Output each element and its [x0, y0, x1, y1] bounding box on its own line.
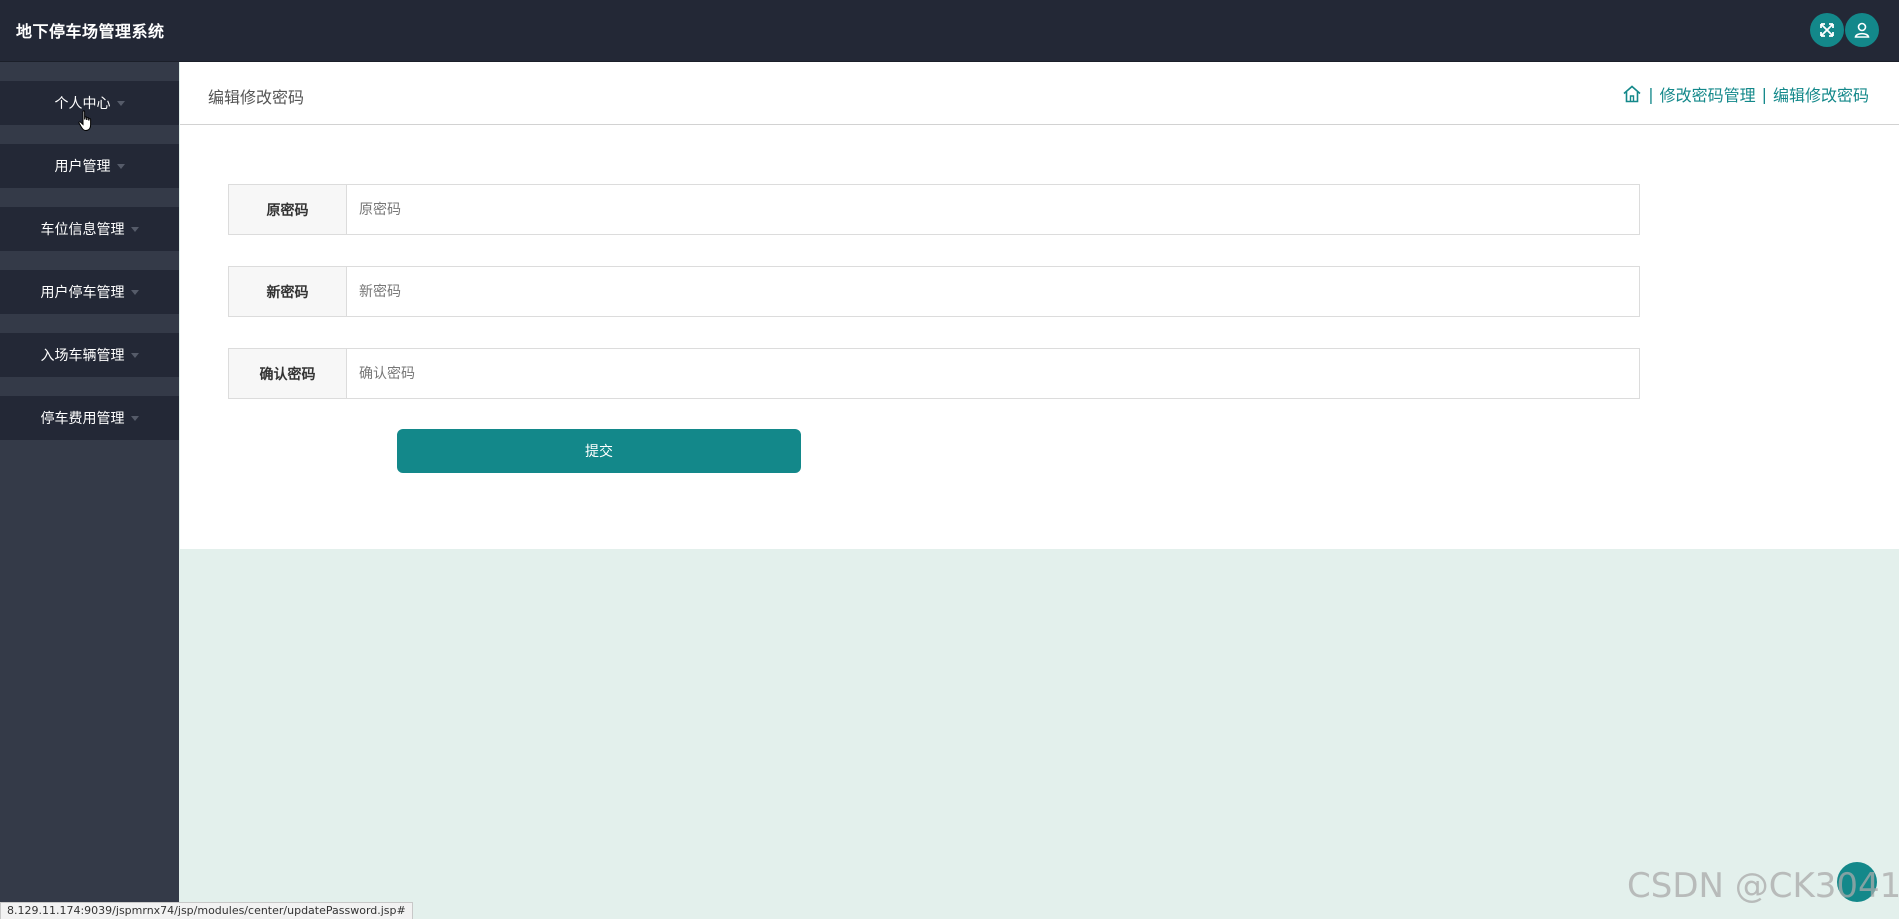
- app-title: 地下停车场管理系统: [16, 22, 165, 41]
- confirm-password-label: 确认密码: [229, 349, 347, 398]
- fullscreen-icon: [1818, 21, 1836, 39]
- form-row-new-password: 新密码: [228, 266, 1640, 317]
- form-row-confirm-password: 确认密码: [228, 348, 1640, 399]
- sidebar: 个人中心 用户管理 车位信息管理 用户停车管理 入场车辆管理 停车费用管理: [0, 62, 179, 918]
- status-bar-url: 8.129.11.174:9039/jspmrnx74/jsp/modules/…: [0, 902, 413, 919]
- sidebar-item-user-management[interactable]: 用户管理: [0, 144, 179, 188]
- sidebar-item-vehicle-entry[interactable]: 入场车辆管理: [0, 333, 179, 377]
- sidebar-item-parking-fee[interactable]: 停车费用管理: [0, 396, 179, 440]
- breadcrumb-separator: |: [1648, 84, 1654, 104]
- chevron-down-icon: [130, 226, 139, 232]
- sidebar-item-user-parking[interactable]: 用户停车管理: [0, 270, 179, 314]
- home-icon[interactable]: [1622, 84, 1642, 104]
- new-password-label: 新密码: [229, 267, 347, 316]
- user-button[interactable]: [1845, 13, 1879, 47]
- user-icon: [1853, 21, 1871, 39]
- form-row-old-password: 原密码: [228, 184, 1640, 235]
- chevron-down-icon: [116, 163, 125, 169]
- old-password-input[interactable]: [347, 185, 1639, 234]
- sidebar-item-label: 用户管理: [54, 159, 111, 175]
- top-bar: 地下停车场管理系统: [0, 0, 1899, 62]
- old-password-label: 原密码: [229, 185, 347, 234]
- sidebar-item-label: 停车费用管理: [40, 411, 125, 427]
- main-panel: 编辑修改密码 | 修改密码管理 | 编辑修改密码 原密码 新密码 确认密码 提交: [180, 62, 1899, 549]
- sidebar-item-label: 入场车辆管理: [40, 348, 125, 364]
- fullscreen-button[interactable]: [1810, 13, 1844, 47]
- submit-button[interactable]: 提交: [397, 429, 801, 473]
- new-password-input[interactable]: [347, 267, 1639, 316]
- chevron-down-icon: [130, 352, 139, 358]
- page-header: 编辑修改密码 | 修改密码管理 | 编辑修改密码: [180, 62, 1899, 125]
- chevron-down-icon: [130, 289, 139, 295]
- confirm-password-input[interactable]: [347, 349, 1639, 398]
- page-title: 编辑修改密码: [208, 88, 305, 107]
- chevron-down-icon: [116, 100, 125, 106]
- hand-cursor-icon: [78, 110, 94, 136]
- watermark: CSDN @CK3041: [1627, 866, 1899, 906]
- breadcrumb-item-password-management[interactable]: 修改密码管理: [1660, 82, 1756, 106]
- sidebar-item-label: 用户停车管理: [40, 285, 125, 301]
- breadcrumb-item-edit-password[interactable]: 编辑修改密码: [1773, 82, 1869, 106]
- chevron-down-icon: [130, 415, 139, 421]
- sidebar-item-parking-space[interactable]: 车位信息管理: [0, 207, 179, 251]
- breadcrumb: | 修改密码管理 | 编辑修改密码: [1622, 82, 1869, 106]
- sidebar-item-label: 车位信息管理: [40, 222, 125, 238]
- breadcrumb-separator: |: [1761, 84, 1767, 104]
